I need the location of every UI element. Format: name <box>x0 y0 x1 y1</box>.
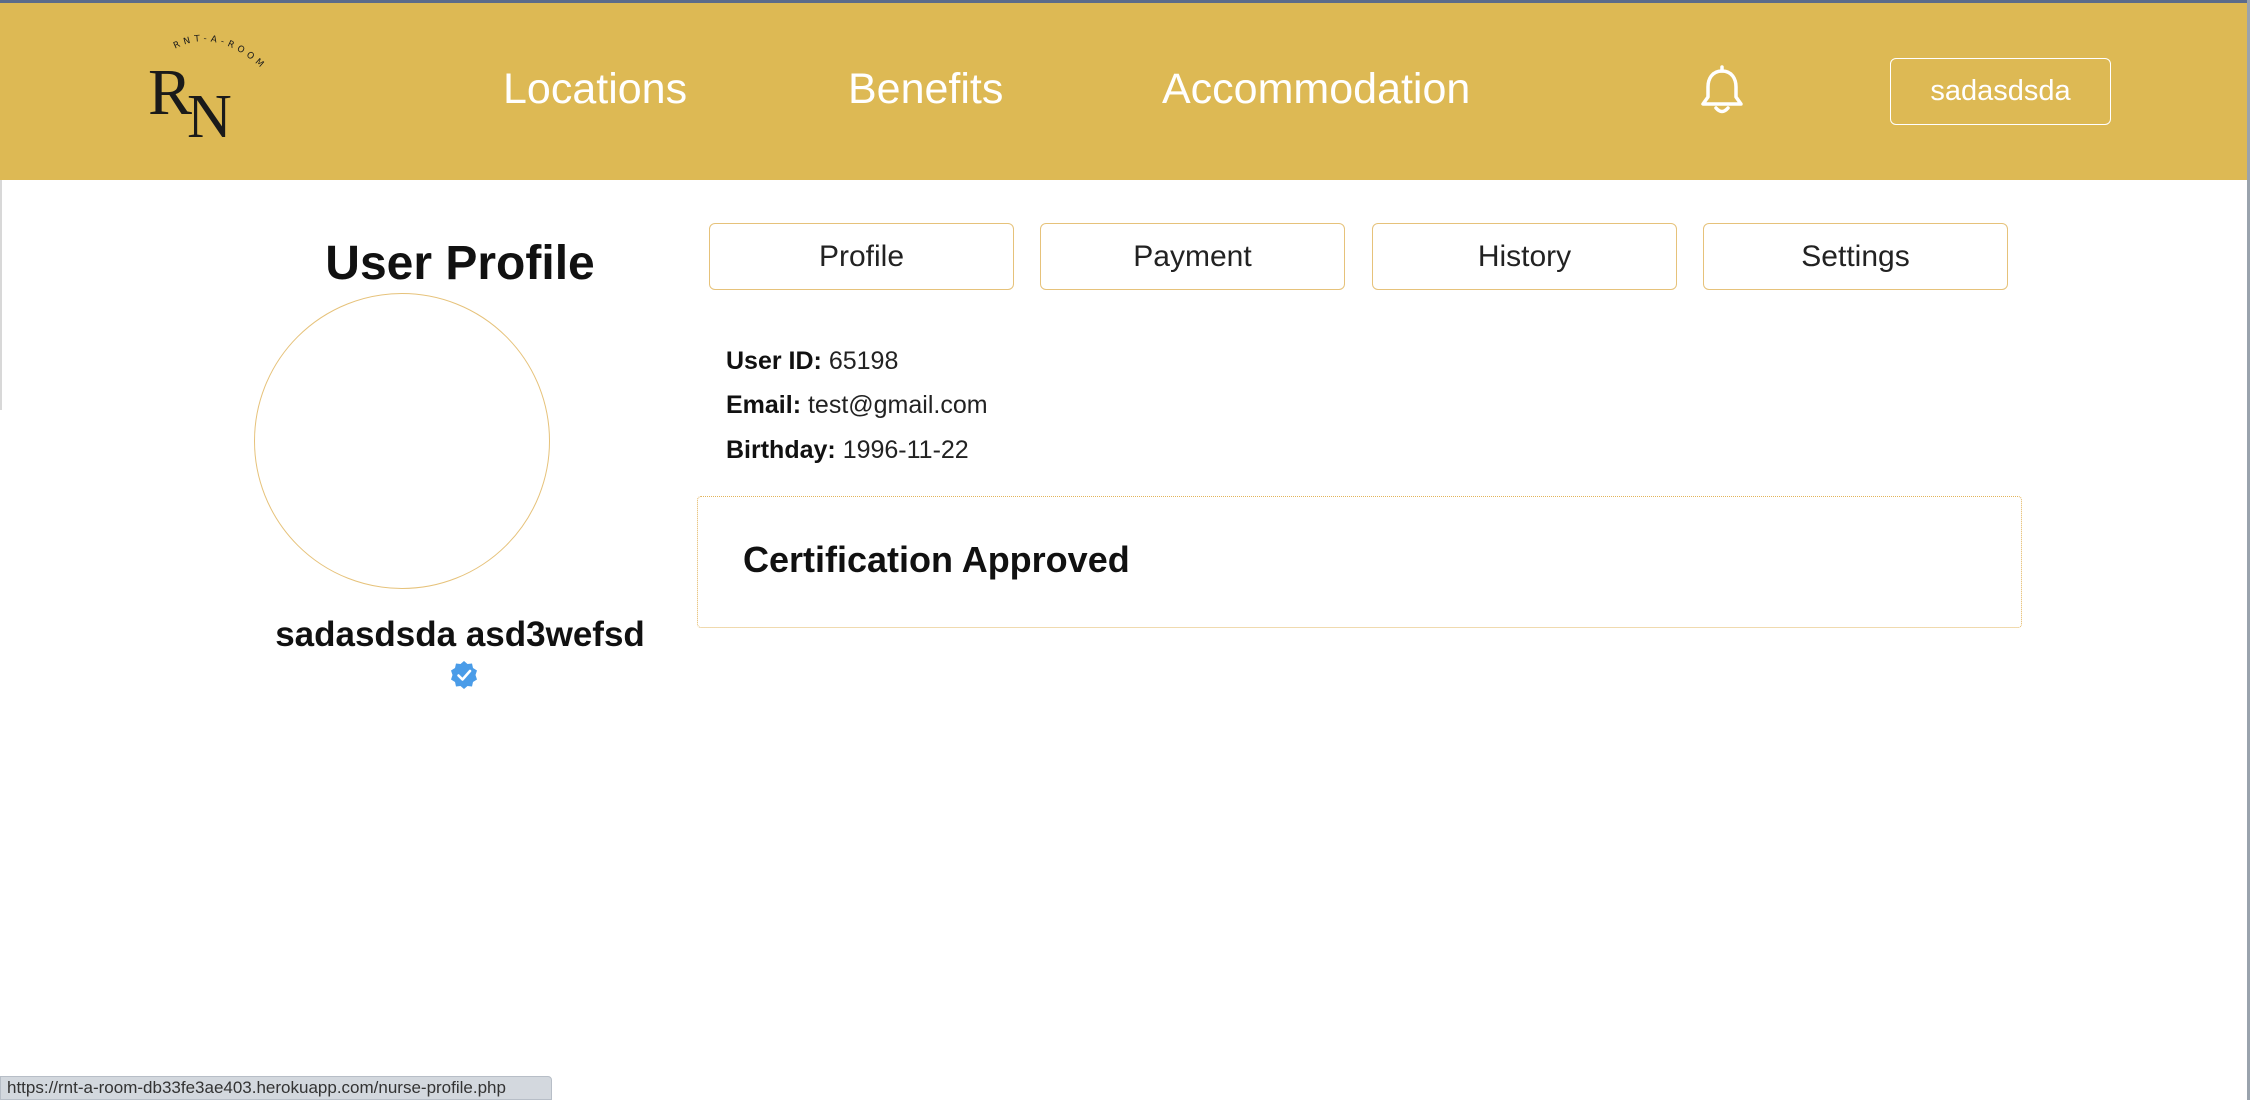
user-id-label: User ID: <box>726 347 822 375</box>
notification-bell-button[interactable] <box>1698 65 1746 117</box>
logo-letter-n: N <box>187 83 232 149</box>
left-edge-divider <box>0 180 2 410</box>
page-title: User Profile <box>325 237 595 290</box>
certification-status-text: Certification Approved <box>743 539 1130 580</box>
email-row: Email: test@gmail.com <box>726 391 988 420</box>
birthday-value: 1996-11-22 <box>842 436 969 464</box>
email-label: Email: <box>726 391 802 419</box>
avatar <box>254 293 550 589</box>
user-account-button[interactable]: sadasdsda <box>1890 58 2111 125</box>
user-full-name: sadasdsda asd3wefsd <box>275 615 645 654</box>
tab-settings[interactable]: Settings <box>1703 223 2008 290</box>
logo-letter-r: R <box>148 56 192 129</box>
user-id-value: 65198 <box>828 347 899 375</box>
birthday-row: Birthday: 1996-11-22 <box>726 436 969 465</box>
user-id-row: User ID: 65198 <box>726 347 898 376</box>
birthday-label: Birthday: <box>726 436 836 464</box>
tab-history[interactable]: History <box>1372 223 1677 290</box>
nav-link-locations[interactable]: Locations <box>503 63 687 115</box>
certification-status-box: Certification Approved <box>697 496 2022 628</box>
browser-status-url: https://rnt-a-room-db33fe3ae403.herokuap… <box>0 1076 552 1100</box>
email-value: test@gmail.com <box>807 391 988 419</box>
nav-link-benefits[interactable]: Benefits <box>848 63 1003 115</box>
nav-link-accommodation[interactable]: Accommodation <box>1162 63 1470 115</box>
bell-icon <box>1701 65 1743 114</box>
brand-logo[interactable]: RNT-A-ROOM R N <box>145 29 285 151</box>
page: RNT-A-ROOM R N Locations Benefits Accomm… <box>0 0 2250 1100</box>
tab-payment[interactable]: Payment <box>1040 223 1345 290</box>
verified-badge-icon <box>449 660 479 690</box>
tab-profile[interactable]: Profile <box>709 223 1014 290</box>
header-bar: RNT-A-ROOM R N Locations Benefits Accomm… <box>0 3 2250 180</box>
rnt-a-room-logo-icon: RNT-A-ROOM R N <box>148 34 264 151</box>
